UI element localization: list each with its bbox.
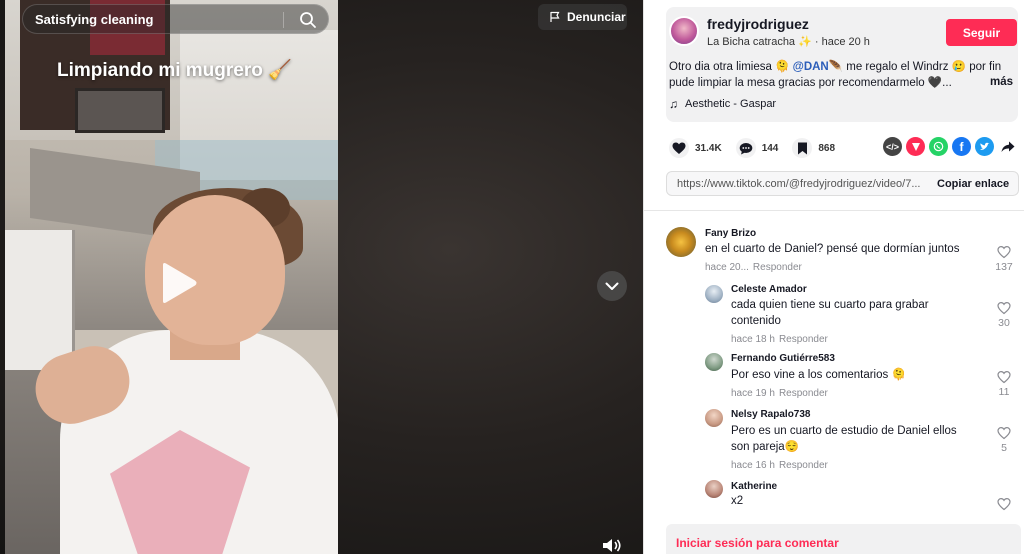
comment-time: hace 16 h	[731, 460, 775, 471]
comment-text: cada quien tiene su cuarto para grabar c…	[731, 299, 929, 327]
facebook-icon[interactable]: f	[952, 137, 971, 156]
heart-outline-icon[interactable]	[997, 370, 1011, 384]
mention-link[interactable]: @DAN🪶	[793, 61, 843, 73]
comment-count: 144	[761, 142, 779, 154]
user-subline: La Bicha catracha ✨ · hace 20 h	[707, 36, 870, 48]
copy-link-box[interactable]: https://www.tiktok.com/@fredyjrodriguez/…	[666, 171, 1019, 196]
search-divider	[283, 12, 284, 28]
music-note-icon: ♫	[669, 97, 678, 111]
report-button[interactable]: Denunciar	[538, 4, 627, 30]
scene-stove	[5, 230, 75, 370]
comment-like-count: 137	[995, 261, 1013, 273]
comment-time: hace 19 h	[731, 388, 775, 399]
reply-button[interactable]: Responder	[753, 262, 802, 273]
follow-button[interactable]: Seguir	[946, 19, 1017, 46]
scene-microwave	[75, 88, 165, 133]
heart-outline-icon[interactable]	[997, 301, 1011, 315]
more-button[interactable]: más	[990, 76, 1013, 88]
video-link[interactable]: https://www.tiktok.com/@fredyjrodriguez/…	[667, 178, 927, 190]
post-description: Otro dia otra limiesa 🫠 @DAN🪶 me regalo …	[669, 59, 1009, 91]
comment-author[interactable]: Katherine	[731, 481, 777, 492]
reply-button[interactable]: Responder	[779, 334, 828, 345]
reply-button[interactable]: Responder	[779, 388, 828, 399]
play-icon[interactable]	[159, 261, 199, 305]
comment-text: x2	[731, 495, 744, 507]
username[interactable]: fredyjrodriguez	[707, 16, 809, 32]
comment-like-count: 11	[998, 386, 1010, 398]
video-player[interactable]: Satisfying cleaning Limpiando mi mugrero…	[0, 0, 643, 554]
comment-time: hace 20...	[705, 262, 749, 273]
heart-icon	[669, 138, 689, 158]
avatar[interactable]	[669, 16, 699, 46]
avatar[interactable]	[705, 353, 723, 371]
send-icon[interactable]	[906, 137, 925, 156]
comment-like-count: 5	[1001, 442, 1007, 454]
stats-row: 31.4K 144 868	[669, 136, 849, 160]
post-info-card: fredyjrodriguez La Bicha catracha ✨ · ha…	[666, 7, 1018, 122]
flag-icon	[550, 11, 560, 22]
search-input[interactable]: Satisfying cleaning	[22, 4, 329, 34]
avatar[interactable]	[705, 285, 723, 303]
heart-outline-icon[interactable]	[997, 497, 1011, 511]
avatar[interactable]	[705, 409, 723, 427]
whatsapp-icon[interactable]	[929, 137, 948, 156]
comment-meta: hace 20... Responder	[705, 262, 802, 273]
music-title: Aesthetic - Gaspar	[685, 98, 777, 110]
comment-meta: hace 18 h Responder	[731, 334, 828, 345]
search-text: Satisfying cleaning	[35, 11, 154, 27]
volume-icon[interactable]	[601, 537, 623, 554]
next-video-button[interactable]	[597, 271, 627, 301]
comment-time: hace 18 h	[731, 334, 775, 345]
avatar[interactable]	[666, 227, 696, 257]
search-icon[interactable]	[298, 10, 318, 30]
share-arrow-icon[interactable]	[998, 137, 1017, 156]
like-button[interactable]: 31.4K	[669, 138, 722, 158]
chevron-down-icon	[605, 282, 619, 290]
music-link[interactable]: ♫ Aesthetic - Gaspar	[669, 97, 776, 111]
share-row: </> f	[883, 137, 1017, 156]
video-frame[interactable]: Satisfying cleaning Limpiando mi mugrero…	[5, 0, 338, 554]
login-to-comment-bar[interactable]: Iniciar sesión para comentar	[666, 524, 1021, 554]
heart-outline-icon[interactable]	[997, 245, 1011, 259]
like-count: 31.4K	[695, 142, 722, 154]
comment-icon	[735, 138, 756, 158]
details-panel: fredyjrodriguez La Bicha catracha ✨ · ha…	[643, 0, 1024, 554]
login-to-comment-link[interactable]: Iniciar sesión para comentar	[676, 536, 839, 550]
reply-button[interactable]: Responder	[779, 460, 828, 471]
tiktok-page: Satisfying cleaning Limpiando mi mugrero…	[0, 0, 1024, 554]
bookmark-icon	[792, 138, 813, 158]
comment-like-count: 30	[998, 317, 1010, 329]
comment-author[interactable]: Fernando Gutiérre583	[731, 353, 835, 364]
heart-outline-icon[interactable]	[997, 426, 1011, 440]
avatar[interactable]	[705, 480, 723, 498]
save-count: 868	[818, 142, 836, 154]
comment-list: Fany Brizo en el cuarto de Daniel? pensé…	[644, 211, 1024, 511]
comment-meta: hace 19 h Responder	[731, 388, 828, 399]
report-label: Denunciar	[567, 10, 626, 24]
twitter-icon[interactable]	[975, 137, 994, 156]
desc-text-1: Otro dia otra limiesa 🫠	[669, 61, 793, 73]
copy-link-button[interactable]: Copiar enlace	[927, 178, 1009, 190]
embed-icon[interactable]: </>	[883, 137, 902, 156]
comment-button[interactable]: 144	[735, 138, 779, 158]
video-caption-overlay: Limpiando mi mugrero 🧹	[57, 60, 292, 81]
comment-text: Por eso vine a los comentarios 🫠	[731, 369, 906, 381]
comment-author[interactable]: Celeste Amador	[731, 284, 807, 295]
comment-author[interactable]: Fany Brizo	[705, 228, 756, 239]
comment-text: Pero es un cuarto de estudio de Daniel e…	[731, 425, 957, 453]
comment-meta: hace 16 h Responder	[731, 460, 828, 471]
save-button[interactable]: 868	[792, 138, 835, 158]
comment-author[interactable]: Nelsy Rapalo738	[731, 409, 811, 420]
comment-text: en el cuarto de Daniel? pensé que dormía…	[705, 243, 960, 255]
